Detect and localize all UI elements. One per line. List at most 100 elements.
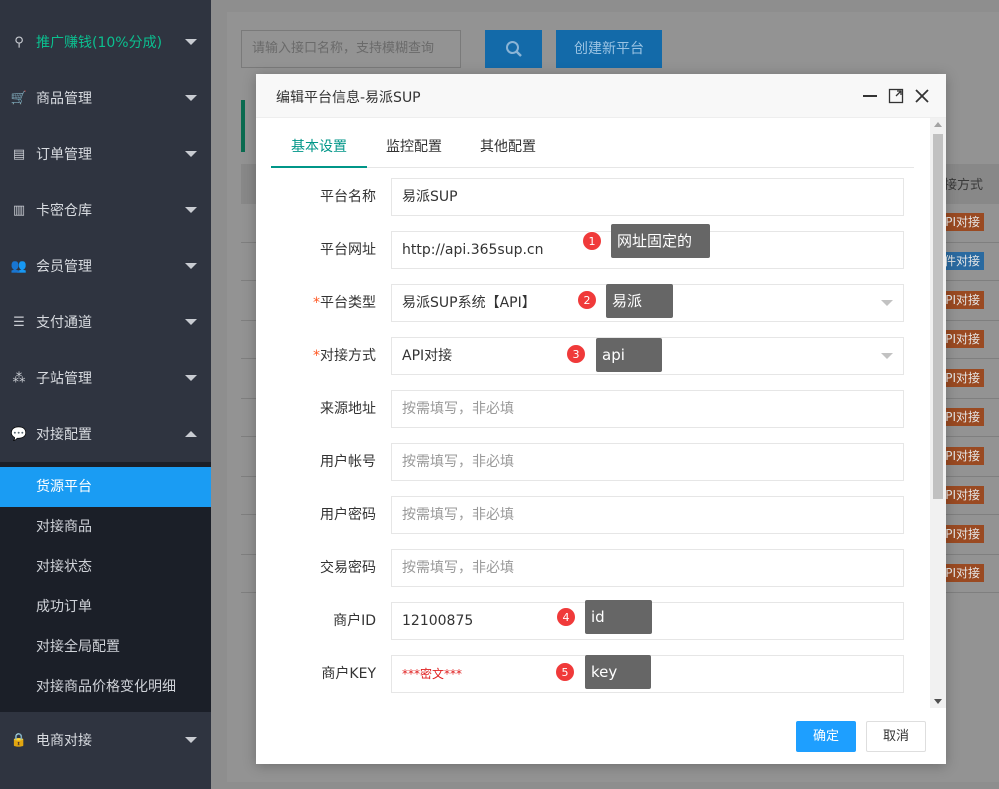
sidebar-item-products[interactable]: 🛒 商品管理 [0, 70, 211, 126]
merchant-id-label: 商户ID [333, 613, 376, 629]
user-account-label: 用户帐号 [320, 454, 376, 470]
tab-bar: 基本设置 监控配置 其他配置 [271, 132, 914, 168]
annotation-note: api [596, 338, 662, 372]
submenu-item-success-orders[interactable]: 成功订单 [0, 587, 211, 627]
cart-icon: 🛒 [10, 90, 28, 106]
status-badge: PI对接 [940, 369, 984, 387]
form-row-platform-name: 平台名称 易派SUP [271, 178, 914, 216]
chevron-down-icon [185, 263, 197, 269]
status-badge: PI对接 [940, 330, 984, 348]
required-mark: * [313, 348, 320, 364]
sidebar-item-label: 推广赚钱(10%分成) [36, 35, 163, 51]
form-row-user-account: 用户帐号 按需填写，非必填 [271, 443, 914, 481]
sidebar-item-orders[interactable]: ▤ 订单管理 [0, 126, 211, 182]
annotation-note: 易派 [606, 284, 673, 318]
scroll-thumb[interactable] [933, 134, 943, 499]
source-addr-label: 来源地址 [320, 401, 376, 417]
minimize-icon[interactable] [861, 87, 879, 105]
maximize-icon[interactable] [887, 87, 905, 105]
chevron-down-icon [185, 737, 197, 743]
user-password-input[interactable]: 按需填写，非必填 [391, 496, 904, 534]
sidebar-item-promotion[interactable]: ⚲ 推广赚钱(10%分成) [0, 14, 211, 70]
sidebar: ⚲ 推广赚钱(10%分成) 🛒 商品管理 ▤ 订单管理 ▥ 卡密仓库 👥 会员管… [0, 0, 211, 789]
close-icon[interactable] [913, 87, 931, 105]
status-badge: PI对接 [940, 486, 984, 504]
status-badge: PI对接 [940, 447, 984, 465]
sidebar-item-members[interactable]: 👥 会员管理 [0, 238, 211, 294]
status-badge: PI对接 [940, 564, 984, 582]
users-icon: 👥 [10, 258, 28, 274]
submenu-item-supply-platform[interactable]: 货源平台 [0, 467, 211, 507]
status-badge: PI对接 [940, 213, 984, 231]
cancel-button[interactable]: 取消 [866, 721, 926, 752]
clipboard-icon: ▤ [12, 146, 26, 162]
sidebar-item-label: 订单管理 [36, 147, 92, 163]
chevron-down-icon [185, 95, 197, 101]
search-input[interactable]: 请输入接口名称，支持模糊查询 [241, 30, 461, 68]
annotation-note: 网址固定的 [611, 224, 710, 258]
trade-password-input[interactable]: 按需填写，非必填 [391, 549, 904, 587]
create-platform-button[interactable]: 创建新平台 [556, 30, 662, 68]
platform-type-label: *平台类型 [271, 284, 376, 322]
annotation-badge: 1 [582, 231, 602, 251]
submenu-item-docked-products[interactable]: 对接商品 [0, 507, 211, 547]
sidebar-item-substations[interactable]: ⁂ 子站管理 [0, 350, 211, 406]
platform-name-label: 平台名称 [320, 189, 376, 205]
scroll-up-icon[interactable] [934, 122, 942, 127]
sidebar-item-docking-config[interactable]: 💬 对接配置 [0, 406, 211, 462]
accent-bar [241, 100, 245, 152]
chevron-down-icon [185, 375, 197, 381]
chevron-down-icon [881, 300, 893, 306]
annotation-badge: 5 [555, 662, 575, 682]
dialog-header: 编辑平台信息-易派SUP [256, 74, 946, 118]
dialog-scrollbar[interactable] [930, 118, 946, 708]
sidebar-item-label: 会员管理 [36, 259, 92, 275]
form-row-connect-method: *对接方式 API对接 [271, 337, 914, 375]
submenu: 货源平台 对接商品 对接状态 成功订单 对接全局配置 对接商品价格变化明细 [0, 462, 211, 712]
sidebar-item-card-warehouse[interactable]: ▥ 卡密仓库 [0, 182, 211, 238]
tab-monitor-config[interactable]: 监控配置 [367, 132, 461, 168]
sidebar-item-payment[interactable]: ☰ 支付通道 [0, 294, 211, 350]
user-account-input[interactable]: 按需填写，非必填 [391, 443, 904, 481]
sidebar-item-label: 对接配置 [36, 427, 92, 443]
scroll-down-icon[interactable] [934, 699, 942, 704]
submenu-item-price-changes[interactable]: 对接商品价格变化明细 [0, 667, 211, 707]
user-password-label: 用户密码 [320, 507, 376, 523]
annotation-note: key [585, 655, 651, 689]
chevron-down-icon [185, 39, 197, 45]
confirm-button[interactable]: 确定 [796, 721, 856, 752]
status-badge: PI对接 [940, 291, 984, 309]
connect-method-label: *对接方式 [271, 337, 376, 375]
sidebar-item-label: 商品管理 [36, 91, 92, 107]
form-row-user-password: 用户密码 按需填写，非必填 [271, 496, 914, 534]
status-badge: PI对接 [940, 525, 984, 543]
sidebar-item-label: 电商对接 [36, 733, 92, 749]
merchant-key-label: 商户KEY [321, 666, 376, 682]
submenu-item-docking-status[interactable]: 对接状态 [0, 547, 211, 587]
annotation-badge: 3 [566, 344, 586, 364]
network-icon: ⁂ [12, 370, 26, 386]
tab-other-config[interactable]: 其他配置 [461, 132, 555, 168]
platform-type-label-text: 平台类型 [320, 295, 376, 311]
source-addr-input[interactable]: 按需填写，非必填 [391, 390, 904, 428]
chat-icon: 💬 [10, 426, 28, 442]
chevron-up-icon [185, 431, 197, 437]
chevron-down-icon [881, 353, 893, 359]
trade-password-label: 交易密码 [320, 560, 376, 576]
lock-icon: 🔒 [10, 732, 28, 748]
sidebar-item-ecommerce[interactable]: 🔒 电商对接 [0, 712, 211, 768]
status-badge: 件对接 [940, 252, 984, 270]
tab-basic-settings[interactable]: 基本设置 [271, 132, 367, 168]
platform-name-input[interactable]: 易派SUP [391, 178, 904, 216]
connect-method-value: API对接 [402, 348, 453, 364]
chevron-down-icon [185, 319, 197, 325]
annotation-badge: 2 [577, 290, 597, 310]
sidebar-item-label: 支付通道 [36, 315, 92, 331]
platform-type-value: 易派SUP系统【API】 [402, 295, 536, 311]
sidebar-item-label: 子站管理 [36, 371, 92, 387]
annotation-badge: 4 [556, 607, 576, 627]
search-button[interactable] [485, 30, 542, 68]
chevron-down-icon [185, 151, 197, 157]
submenu-item-global-config[interactable]: 对接全局配置 [0, 627, 211, 667]
connect-method-label-text: 对接方式 [320, 348, 376, 364]
